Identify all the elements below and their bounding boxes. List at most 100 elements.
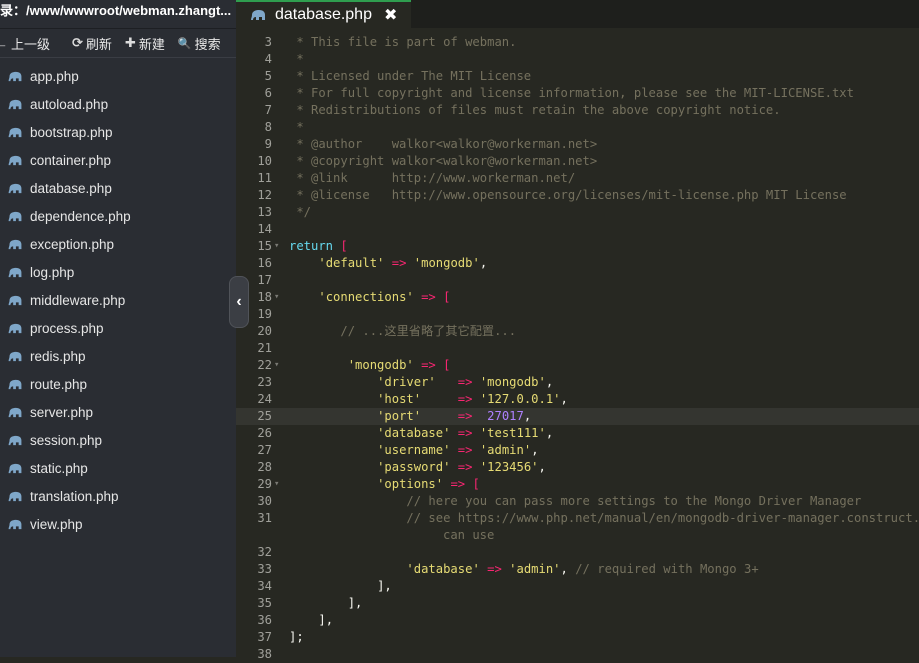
code-line[interactable]: 30 // here you can pass more settings to… [236,493,919,510]
code-token: ]; [289,630,304,644]
code-line[interactable]: 7 * Redistributions of files must retain… [236,102,919,119]
code-text: // ...这里省略了其它配置... [289,323,516,340]
code-line[interactable]: 37]; [236,629,919,646]
code-area[interactable]: 3 * This file is part of webman. 4 * 5 * L… [236,34,919,663]
code-line[interactable]: 20 // ...这里省略了其它配置... [236,323,919,340]
code-line[interactable]: 38 [236,646,919,663]
code-line[interactable]: 12 * @license http://www.opensource.org/… [236,187,919,204]
code-line[interactable]: 27 'username' => 'admin', [236,442,919,459]
code-line[interactable]: 15 ▾ return [ [236,238,919,255]
line-number: 8 [264,120,272,134]
php-file-icon [8,435,22,445]
code-line[interactable]: 18 ▾ 'connections' => [ [236,289,919,306]
code-line[interactable]: 23 'driver' => 'mongodb', [236,374,919,391]
code-line[interactable]: 9 * @author walkor<walkor@workerman.net> [236,136,919,153]
line-number: 34 [257,579,272,593]
code-text: */ [289,204,311,221]
file-item-autoload-php[interactable]: autoload.php [0,90,236,118]
code-line[interactable]: 31 // see https://www.php.net/manual/en/… [236,510,919,527]
code-line[interactable]: 6 * For full copyright and license infor… [236,85,919,102]
php-file-icon [8,295,22,305]
code-line[interactable]: 32 [236,544,919,561]
code-line[interactable]: 14 [236,221,919,238]
file-name: session.php [30,432,103,448]
code-text: ]; [289,629,304,646]
file-item-middleware-php[interactable]: middleware.php [0,286,236,314]
code-line[interactable]: 35 ], [236,595,919,612]
code-line[interactable]: 21 [236,340,919,357]
code-line[interactable]: 24 'host' => '127.0.0.1', [236,391,919,408]
code-line[interactable]: 11 * @link http://www.workerman.net/ [236,170,919,187]
file-item-route-php[interactable]: route.php [0,370,236,398]
file-name: database.php [30,180,112,196]
code-token: [ [472,477,480,491]
code-line[interactable]: 10 * @copyright walkor<walkor@workerman.… [236,153,919,170]
code-line[interactable]: 36 ], [236,612,919,629]
collapse-sidebar-button[interactable]: ‹ [229,276,249,328]
code-line[interactable]: 8 * [236,119,919,136]
code-line[interactable]: can use [236,527,919,544]
code-line[interactable]: 26 'database' => 'test111', [236,425,919,442]
code-line[interactable]: 4 * [236,51,919,68]
line-number: 6 [264,86,272,100]
file-item-static-php[interactable]: static.php [0,454,236,482]
code-line[interactable]: 13 */ [236,204,919,221]
code-line[interactable]: 3 * This file is part of webman. [236,34,919,51]
fold-toggle-icon[interactable]: ▾ [274,238,279,255]
code-token: => [391,256,407,270]
code-token: 'password' [377,460,451,474]
refresh-button[interactable]: ⟳ 刷新 [72,34,112,53]
line-number: 31 [257,511,272,525]
code-line[interactable]: 25 'port' => 27017, [236,408,919,425]
code-line[interactable]: 34 ], [236,578,919,595]
code-line[interactable]: 17 [236,272,919,289]
search-button[interactable]: 🔍 搜索 [178,34,221,53]
fold-toggle-icon[interactable]: ▾ [274,357,279,374]
code-text: * Licensed under The MIT License [289,68,531,85]
code-token: // see https://www.php.net/manual/en/mon… [406,511,919,525]
file-item-dependence-php[interactable]: dependence.php [0,202,236,230]
file-item-log-php[interactable]: log.php [0,258,236,286]
line-number: 32 [257,545,272,559]
line-number: 27 [257,443,272,457]
file-item-translation-php[interactable]: translation.php [0,482,236,510]
code-token: 'host' [377,392,422,406]
file-item-database-php[interactable]: database.php [0,174,236,202]
file-item-view-php[interactable]: view.php [0,510,236,538]
current-path: 录：/www/wwwroot/webman.zhangt... [0,0,236,29]
line-number: 3 [264,35,272,49]
new-button[interactable]: ✚ 新建 [125,34,165,53]
code-line[interactable]: 16 'default' => 'mongodb', [236,255,919,272]
up-level-button[interactable]: ← 上一级 [0,34,50,53]
code-text: 'database' => 'test111', [289,425,553,442]
file-item-redis-php[interactable]: redis.php [0,342,236,370]
tab-database-php[interactable]: database.php ✖ [236,0,412,28]
fold-toggle-icon[interactable]: ▾ [274,476,279,493]
code-line[interactable]: 28 'password' => '123456', [236,459,919,476]
up-icon: ← [0,35,8,51]
file-item-app-php[interactable]: app.php [0,62,236,90]
code-line[interactable]: 29 ▾ 'options' => [ [236,476,919,493]
code-line[interactable]: 19 [236,306,919,323]
code-line[interactable]: 22 ▾ 'mongodb' => [ [236,357,919,374]
close-tab-icon[interactable]: ✖ [384,5,397,25]
file-item-exception-php[interactable]: exception.php [0,230,236,258]
file-item-container-php[interactable]: container.php [0,146,236,174]
code-line[interactable]: 5 * Licensed under The MIT License [236,68,919,85]
file-item-server-php[interactable]: server.php [0,398,236,426]
file-item-process-php[interactable]: process.php [0,314,236,342]
code-text: 'password' => '123456', [289,459,546,476]
file-item-session-php[interactable]: session.php [0,426,236,454]
fold-toggle-icon[interactable]: ▾ [274,289,279,306]
code-line[interactable]: 33 'database' => 'admin', // required wi… [236,561,919,578]
file-item-bootstrap-php[interactable]: bootstrap.php [0,118,236,146]
